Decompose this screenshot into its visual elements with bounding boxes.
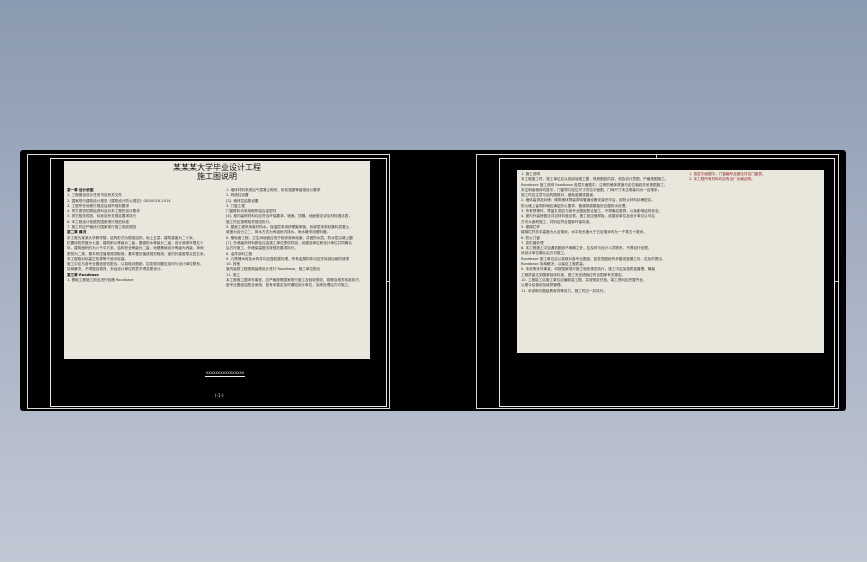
document-text-line: 本工程施工时，施工单位应认真阅读施工图，熟悉图纸内容，领会设计意图，严格按图施工…	[521, 177, 669, 182]
document-text-line: 9. 凡预埋木砖及木构件均应做防腐处理，所有金属构件均应先除锈后刷防锈漆	[226, 256, 350, 261]
right-sheet-edge-tick	[835, 281, 839, 282]
document-title: 某某某大学毕业设计工程 施工图说明	[64, 163, 370, 181]
document-caption-underline	[205, 376, 245, 377]
left-sheet-edge-tick	[386, 281, 390, 282]
right-document-column-1: 1. 施工说明 本工程施工时，施工单位应认真阅读施工图，熟悉图纸内容，领会设计意…	[521, 172, 681, 294]
document-caption-text: XXXXXXXXXXXXXXXX	[205, 371, 245, 375]
document-text-line: 1. 基础工程施工前应进行验槽 Roadbase	[67, 278, 134, 283]
document-text-line: 年，建筑面积约为六千平方米，结构安全等级为二级，地基基础设计等级为丙级，场地	[67, 246, 204, 251]
left-document-column-2: 1. 墙体材料采用加气混凝土砌块，砂浆强度等级按设计要求 2. 构造柱设置 [3].…	[226, 188, 367, 289]
document-title-line2: 施工图说明	[197, 172, 237, 181]
cad-drawing-canvas[interactable]: 某某某大学毕业设计工程 施工图说明 第一章 设计依据 1. 工程建设设计任务书及有…	[20, 150, 846, 411]
document-text-line: 2. 本工程所有材料均应有出厂合格证明。	[689, 177, 755, 182]
right-document-image[interactable]: 1. 施工说明 本工程施工时，施工单位应认真阅读施工图，熟悉图纸内容，领会设计意…	[517, 170, 824, 353]
top-center-tick	[656, 154, 657, 158]
document-caption: XXXXXXXXXXXXXXXX	[200, 371, 250, 377]
left-document-column-1: 第一章 设计依据 1. 工程建设设计任务书及有关文件 2. 国家现行建筑设计规范《建…	[67, 188, 208, 283]
document-text-line: 各专业图纸应配合使用，如有矛盾应及时通知设计单位，协商处理后方可施工。	[226, 283, 352, 288]
document-page-number: (-1-)	[215, 393, 224, 398]
document-text-line: [4]. 室内装修材料均应符合环保要求，墙面、顶棚、地面做法详见材料做法表，	[226, 214, 352, 219]
left-document-image[interactable]: 某某某大学毕业设计工程 施工图说明 第一章 设计依据 1. 工程建设设计任务书及有…	[64, 161, 370, 359]
document-title-line1: 某某某大学毕业设计工程	[173, 163, 261, 172]
document-text-line: 11. 本说明与图纸具有同等效力，施工时应一并执行。	[521, 288, 607, 293]
right-document-column-2: 1. 各层平面图中，门窗编号及做法详见门窗表。 2. 本工程所有材料均应有出厂合…	[689, 172, 818, 183]
